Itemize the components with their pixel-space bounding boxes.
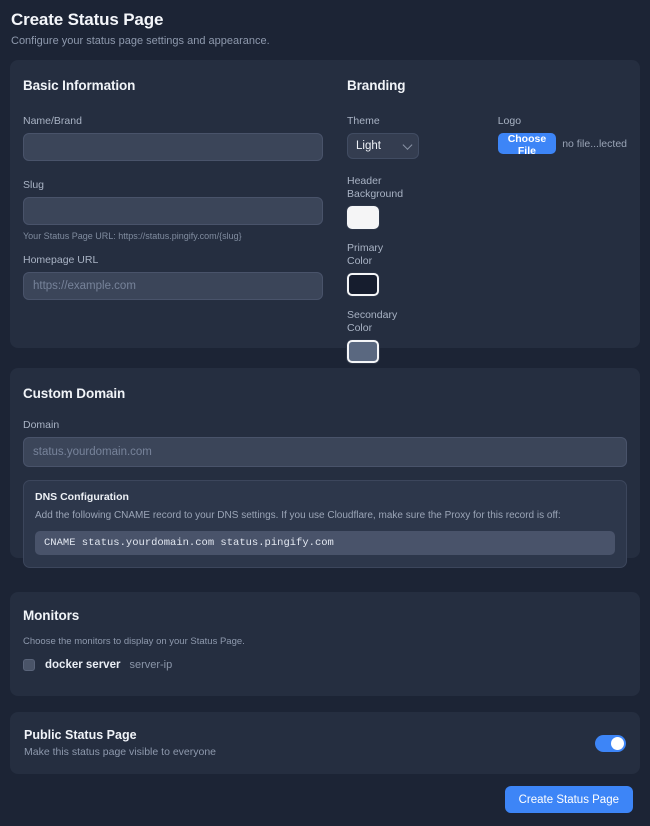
page-title: Create Status Page [11, 10, 164, 29]
logo-label: Logo [497, 115, 522, 127]
primary-color-label: Primary Color [347, 242, 384, 267]
public-status-page-inner: Public Status Page Make this status page… [10, 712, 640, 774]
field-secondary-color: Secondary Color [347, 309, 627, 363]
secondary-color-label: Secondary Color [347, 309, 398, 334]
custom-domain-inner: Custom Domain Domain DNS Configuration A… [10, 368, 640, 568]
custom-domain-card: Custom Domain Domain DNS Configuration A… [10, 368, 640, 568]
field-slug: Slug Your Status Page URL: https://statu… [23, 179, 323, 242]
field-primary-color: Primary Color [347, 242, 627, 296]
chevron-down-icon [402, 140, 413, 150]
field-domain: Domain [23, 419, 627, 467]
dns-configuration-box: DNS Configuration Add the following CNAM… [23, 480, 627, 568]
basic-information-column: Basic Information Name/Brand Slug Your S… [23, 78, 323, 300]
theme-select[interactable]: Light [347, 133, 419, 159]
section-title-custom-domain: Custom Domain [23, 386, 126, 401]
monitor-name: docker server [45, 659, 121, 671]
public-status-page-card: Public Status Page Make this status page… [10, 712, 640, 774]
monitors-card: Monitors Choose the monitors to display … [10, 592, 640, 696]
public-status-page-text: Public Status Page Make this status page… [24, 728, 216, 758]
choose-file-button[interactable]: Choose File [497, 133, 557, 157]
basic-information-card: Basic Information Name/Brand Slug Your S… [10, 60, 640, 363]
create-status-page-button[interactable]: Create Status Page [504, 786, 633, 813]
field-homepage-url: Homepage URL [23, 254, 323, 300]
public-status-page-subtitle: Make this status page visible to everyon… [24, 746, 217, 758]
slug-help-text: Your Status Page URL: https://status.pin… [23, 231, 242, 241]
theme-selected-value: Light [356, 140, 381, 152]
header-background-label: Header Background [347, 175, 404, 200]
logo-file-status: no file...lected [562, 137, 627, 150]
slug-label: Slug [23, 179, 45, 191]
field-name-brand: Name/Brand [23, 115, 323, 161]
section-title-monitors: Monitors [23, 608, 80, 623]
theme-label: Theme [347, 115, 380, 127]
page-subtitle: Configure your status page settings and … [11, 35, 270, 47]
branding-column: Branding Theme Light Logo Choose File no… [347, 78, 627, 363]
monitor-tag: server-ip [129, 659, 173, 671]
monitor-checkbox[interactable] [23, 659, 35, 671]
public-status-page-toggle[interactable] [595, 734, 626, 752]
list-item[interactable]: docker server server-ip [23, 659, 627, 671]
secondary-color-swatch[interactable] [347, 340, 379, 363]
header-background-swatch[interactable] [347, 206, 379, 229]
homepage-url-label: Homepage URL [23, 254, 99, 266]
homepage-url-input[interactable] [23, 272, 323, 300]
name-brand-input[interactable] [23, 133, 323, 161]
toggle-knob [611, 736, 624, 750]
domain-input[interactable] [23, 437, 627, 467]
monitors-description: Choose the monitors to display on your S… [23, 636, 245, 647]
name-brand-label: Name/Brand [23, 115, 82, 127]
form-footer: Create Status Page [0, 786, 650, 813]
page-header: Create Status Page Configure your status… [0, 0, 650, 48]
field-theme: Theme Light [347, 115, 498, 159]
branding-top-row: Theme Light Logo Choose File no file...l… [347, 115, 627, 159]
primary-color-swatch[interactable] [347, 273, 379, 296]
section-title-branding: Branding [347, 78, 406, 93]
dns-configuration-description: Add the following CNAME record to your D… [35, 510, 561, 521]
create-status-page-screen: Create Status Page Configure your status… [0, 0, 650, 826]
section-title-basic-information: Basic Information [23, 78, 136, 93]
field-logo: Logo Choose File no file...lected [497, 115, 627, 159]
slug-input[interactable] [23, 197, 323, 225]
logo-file-row: Choose File no file...lected [497, 133, 627, 157]
public-status-page-title: Public Status Page [24, 728, 137, 742]
monitors-inner: Monitors Choose the monitors to display … [10, 592, 640, 671]
dns-configuration-title: DNS Configuration [35, 491, 129, 503]
dns-cname-record[interactable]: CNAME status.yourdomain.com status.pingi… [35, 531, 615, 555]
field-header-background: Header Background [347, 175, 627, 229]
domain-label: Domain [23, 419, 60, 431]
